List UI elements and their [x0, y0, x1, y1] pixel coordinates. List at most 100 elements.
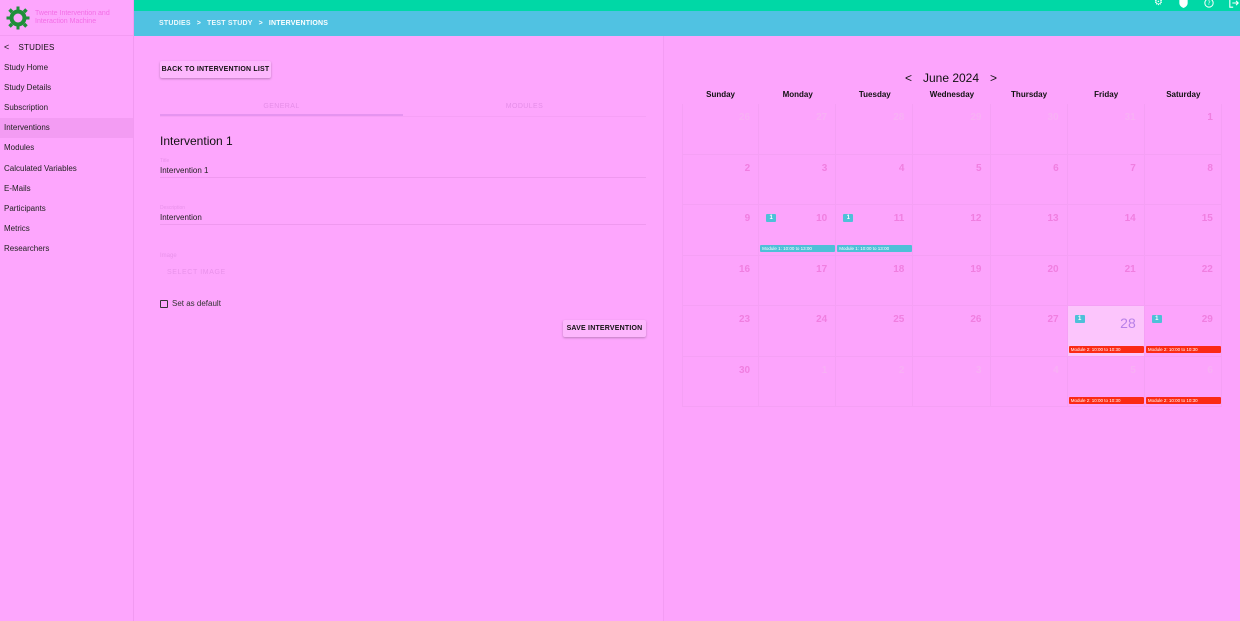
- day-number: 3: [821, 162, 828, 174]
- calendar-day[interactable]: 28: [836, 104, 914, 155]
- calendar-week: 26 27 28 29 30 31 1: [682, 104, 1222, 155]
- chevron-left-icon[interactable]: <: [905, 71, 912, 85]
- breadcrumb-studies[interactable]: STUDIES: [159, 20, 191, 27]
- sidebar-item-subscription[interactable]: Subscription: [0, 97, 133, 117]
- calendar-day[interactable]: 4: [836, 154, 914, 205]
- calendar-day[interactable]: 30: [682, 356, 760, 407]
- calendar-day[interactable]: 2: [682, 154, 760, 205]
- set-as-default-checkbox[interactable]: Set as default: [160, 299, 221, 308]
- help-icon[interactable]: ?: [1202, 0, 1215, 9]
- day-number: 19: [970, 263, 982, 275]
- calendar-event[interactable]: Module 1: 10:00 to 13:00: [760, 245, 836, 252]
- calendar-day[interactable]: 12: [913, 205, 991, 256]
- logout-icon[interactable]: [1227, 0, 1240, 9]
- day-number: 12: [970, 213, 982, 224]
- calendar-day[interactable]: 31: [1067, 104, 1145, 155]
- day-number: 4: [1053, 364, 1059, 376]
- sidebar-item-metrics[interactable]: Metrics: [0, 219, 133, 239]
- sidebar-item-researchers[interactable]: Researchers: [0, 239, 133, 259]
- calendar-day[interactable]: 8: [1144, 154, 1222, 205]
- title-field[interactable]: Title Intervention 1: [160, 158, 646, 178]
- breadcrumb-interventions: INTERVENTIONS: [268, 20, 329, 27]
- back-to-studies[interactable]: < STUDIES: [0, 37, 133, 57]
- calendar-day[interactable]: 14: [1067, 205, 1145, 256]
- event-count-badge[interactable]: 1: [766, 214, 777, 222]
- image-label: Image: [160, 253, 177, 259]
- calendar-day[interactable]: 27: [990, 306, 1068, 357]
- day-number: 6: [1207, 364, 1213, 376]
- tab-bar: GENERAL MODULES: [160, 97, 646, 117]
- back-to-intervention-list-button[interactable]: BACK TO INTERVENTION LIST: [160, 61, 271, 78]
- calendar-day[interactable]: 23: [682, 306, 760, 357]
- calendar-day[interactable]: 29: [913, 104, 991, 155]
- day-number: 22: [1201, 263, 1213, 275]
- calendar-day[interactable]: 2: [836, 356, 914, 407]
- chevron-left-icon: <: [4, 42, 10, 52]
- calendar-event[interactable]: Module 2: 10:00 to 10:30: [1145, 346, 1221, 353]
- calendar-day[interactable]: 17: [759, 255, 837, 306]
- day-number: 26: [970, 314, 982, 325]
- calendar-event[interactable]: Module 2: 10:00 to 10:30: [1068, 396, 1144, 404]
- calendar-day[interactable]: 15: [1144, 205, 1222, 256]
- calendar-day[interactable]: 3: [759, 154, 837, 205]
- calendar-day[interactable]: 26: [913, 306, 991, 357]
- sidebar-item-e-mails[interactable]: E-Mails: [0, 178, 133, 198]
- calendar-day[interactable]: 6: [990, 154, 1068, 205]
- calendar-day[interactable]: 1: [759, 356, 837, 407]
- sidebar-item-study-home[interactable]: Study Home: [0, 57, 133, 77]
- gear-icon[interactable]: ⚙: [1152, 0, 1165, 9]
- calendar-day[interactable]: 26: [682, 104, 760, 155]
- sidebar-item-study-details[interactable]: Study Details: [0, 77, 133, 97]
- day-number: 6: [1053, 162, 1059, 174]
- select-image-button[interactable]: SELECT IMAGE: [167, 269, 226, 276]
- calendar-event[interactable]: Module 2: 10:00 to 10:30: [1068, 346, 1144, 353]
- calendar-day[interactable]: 30: [990, 104, 1068, 155]
- event-count-badge[interactable]: 1: [1074, 315, 1085, 323]
- calendar-event[interactable]: Module 1: 10:00 to 13:00: [837, 245, 913, 252]
- event-count-badge[interactable]: 1: [1151, 315, 1162, 323]
- calendar-day[interactable]: 22: [1144, 255, 1222, 306]
- chevron-right-icon[interactable]: >: [990, 71, 997, 85]
- app-name: Twente Intervention and Interaction Mach…: [35, 9, 110, 25]
- weekday-thursday: Thursday: [1011, 90, 1048, 99]
- sidebar-item-participants[interactable]: Participants: [0, 198, 133, 218]
- calendar-day[interactable]: 21: [1067, 255, 1145, 306]
- set-as-default-label: Set as default: [172, 299, 221, 308]
- day-number: 20: [1047, 263, 1059, 275]
- sidebar-item-calculated-variables[interactable]: Calculated Variables: [0, 158, 133, 178]
- calendar-event[interactable]: Module 2: 10:00 to 10:30: [1145, 396, 1221, 404]
- calendar-day[interactable]: 3: [913, 356, 991, 407]
- calendar-day[interactable]: 5: [913, 154, 991, 205]
- title-field-value[interactable]: Intervention 1: [160, 165, 646, 177]
- checkbox-icon[interactable]: [160, 299, 168, 308]
- calendar-day[interactable]: 7: [1067, 154, 1145, 205]
- sidebar-item-modules[interactable]: Modules: [0, 138, 133, 158]
- calendar-day[interactable]: 20: [990, 255, 1068, 306]
- calendar-day[interactable]: 27: [759, 104, 837, 155]
- save-intervention-button[interactable]: SAVE INTERVENTION: [563, 320, 646, 337]
- tab-modules[interactable]: MODULES: [403, 97, 646, 116]
- description-field-value[interactable]: Intervention: [160, 212, 646, 224]
- calendar-day[interactable]: 9: [682, 205, 760, 256]
- calendar-day[interactable]: 19: [913, 255, 991, 306]
- description-field[interactable]: Description Intervention: [160, 205, 646, 225]
- weekday-sunday: Sunday: [706, 90, 736, 99]
- brand[interactable]: Twente Intervention and Interaction Mach…: [0, 0, 133, 36]
- breadcrumb-test-study[interactable]: TEST STUDY: [207, 20, 253, 27]
- day-number: 30: [1047, 112, 1059, 123]
- calendar-day[interactable]: 16: [682, 255, 760, 306]
- calendar-day[interactable]: 4: [990, 356, 1068, 407]
- calendar-day[interactable]: 1: [1144, 104, 1222, 155]
- shield-icon[interactable]: [1177, 0, 1190, 9]
- sidebar-item-interventions[interactable]: Interventions: [0, 117, 133, 138]
- day-number: 14: [1124, 213, 1136, 224]
- weekday-friday: Friday: [1094, 90, 1119, 99]
- calendar-day[interactable]: 13: [990, 205, 1068, 256]
- calendar-day[interactable]: 18: [836, 255, 914, 306]
- calendar-day[interactable]: 24: [759, 306, 837, 357]
- event-count-badge[interactable]: 1: [843, 214, 854, 222]
- day-number: 27: [816, 112, 828, 123]
- calendar-day[interactable]: 25: [836, 306, 914, 357]
- tab-general[interactable]: GENERAL: [160, 97, 403, 116]
- sidebar-nav: Study Home Study Details Subscription Inter…: [0, 57, 133, 259]
